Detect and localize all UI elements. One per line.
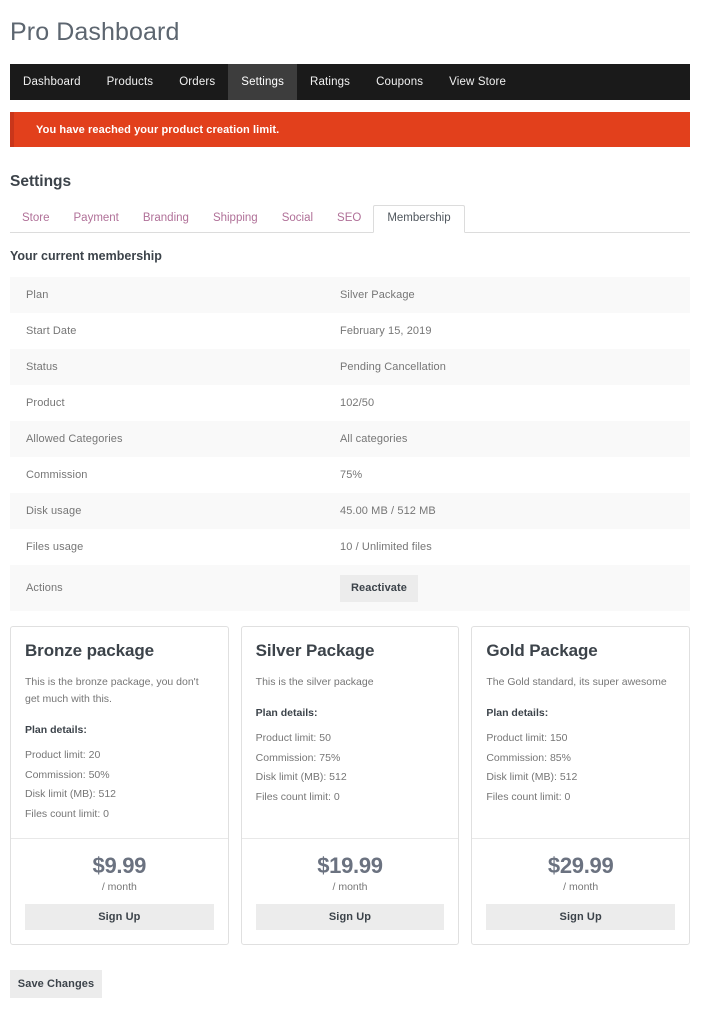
package-period: / month — [101, 881, 137, 893]
row-label: Actions — [26, 582, 63, 594]
package-card-footer: $19.99 / month Sign Up — [241, 838, 459, 944]
nav-item-orders[interactable]: Orders — [166, 64, 228, 100]
tab-social[interactable]: Social — [270, 205, 325, 233]
row-label: Plan — [26, 289, 49, 301]
package-price: $19.99 — [317, 853, 383, 878]
table-row: Start Date February 15, 2019 — [10, 313, 690, 349]
package-cards: Bronze package This is the bronze package… — [10, 626, 691, 945]
plan-feature: Disk limit (MB): 512 — [25, 788, 117, 800]
nav-item-ratings[interactable]: Ratings — [297, 64, 363, 100]
package-card-body: Bronze package This is the bronze package… — [11, 627, 228, 838]
package-card-footer: $29.99 / month Sign Up — [472, 838, 690, 944]
plan-feature: Product limit: 150 — [486, 732, 568, 744]
package-price: $29.99 — [547, 853, 614, 878]
package-title: Silver Package — [255, 641, 375, 660]
plan-feature: Product limit: 20 — [25, 749, 101, 761]
package-card-body: Silver Package This is the silver package… — [242, 627, 459, 838]
package-price: $9.99 — [92, 853, 147, 878]
table-row-actions: Actions Reactivate — [10, 565, 690, 611]
package-title: Bronze package — [25, 641, 154, 660]
plan-details-title: Plan details: — [255, 707, 318, 719]
plan-details-title: Plan details: — [486, 707, 549, 719]
row-label: Status — [26, 361, 58, 373]
tab-seo[interactable]: SEO — [325, 205, 373, 233]
plan-feature: Commission: 75% — [255, 751, 341, 764]
package-card-body: Gold Package The Gold standard, its super… — [472, 627, 689, 838]
row-label: Product — [26, 397, 65, 409]
row-label: Files usage — [26, 541, 84, 553]
table-row: Plan Silver Package — [10, 277, 690, 313]
package-card: Gold Package The Gold standard, its super… — [471, 626, 691, 945]
package-card: Bronze package This is the bronze package… — [10, 626, 229, 945]
package-period: / month — [332, 881, 368, 893]
table-row: Disk usage 45.00 MB / 512 MB — [10, 493, 690, 529]
row-value: All categories — [340, 433, 408, 445]
primary-navigation: Dashboard Products Orders Settings Ratings Co… — [10, 64, 690, 100]
settings-tabs: Store Payment Branding Shipping Social SEO Mem… — [10, 205, 690, 233]
nav-item-settings[interactable]: Settings — [228, 64, 298, 100]
row-value: Pending Cancellation — [340, 361, 446, 373]
pro-dashboard-page: Pro Dashboard Dashboard Products Orders Set… — [0, 0, 705, 1024]
nav-item-coupons[interactable]: Coupons — [363, 64, 436, 100]
page-title: Pro Dashboard — [10, 18, 180, 46]
package-description: The Gold standard, its super awesome — [486, 676, 667, 688]
row-value: February 15, 2019 — [340, 325, 432, 337]
row-value: 10 / Unlimited files — [340, 541, 432, 553]
plan-feature: Commission: 50% — [25, 768, 110, 781]
row-value: 45.00 MB / 512 MB — [340, 505, 436, 517]
tab-shipping[interactable]: Shipping — [201, 205, 270, 233]
plan-feature: Disk limit (MB): 512 — [255, 771, 347, 783]
settings-heading: Settings — [10, 173, 72, 190]
row-value: 75% — [340, 469, 363, 481]
sign-up-button[interactable]: Sign Up — [255, 904, 445, 930]
row-label: Disk usage — [26, 505, 82, 517]
plan-feature: Files count limit: 0 — [25, 807, 110, 820]
nav-item-view-store[interactable]: View Store — [436, 64, 519, 100]
package-period: / month — [563, 881, 599, 893]
plan-feature: Files count limit: 0 — [486, 790, 571, 803]
plan-details-title: Plan details: — [25, 724, 87, 736]
current-membership-title: Your current membership — [10, 249, 162, 263]
nav-item-products[interactable]: Products — [94, 64, 167, 100]
nav-item-dashboard[interactable]: Dashboard — [10, 64, 94, 100]
plan-feature: Product limit: 50 — [255, 732, 331, 744]
save-changes-button[interactable]: Save Changes — [10, 970, 102, 998]
reactivate-button[interactable]: Reactivate — [340, 574, 418, 602]
product-limit-alert: You have reached your product creation l… — [10, 112, 690, 147]
package-description: This is the silver package — [255, 676, 374, 688]
table-row: Product 102/50 — [10, 385, 690, 421]
tab-branding[interactable]: Branding — [131, 205, 201, 233]
row-value: Silver Package — [340, 289, 415, 301]
plan-feature: Commission: 85% — [486, 751, 571, 764]
alert-message: You have reached your product creation l… — [36, 123, 280, 136]
row-label: Allowed Categories — [26, 433, 123, 445]
row-value: Reactivate — [340, 565, 690, 611]
package-card-footer: $9.99 / month Sign Up — [11, 838, 228, 944]
tab-store[interactable]: Store — [10, 205, 62, 233]
membership-table: Plan Silver Package Start Date February 15,… — [10, 277, 690, 611]
row-label: Commission — [26, 469, 88, 481]
package-description: This is the bronze package, you don't ge… — [25, 676, 199, 705]
row-label: Start Date — [26, 325, 77, 337]
sign-up-button[interactable]: Sign Up — [25, 904, 214, 930]
package-card: Silver Package This is the silver package… — [240, 626, 460, 945]
plan-feature: Disk limit (MB): 512 — [486, 771, 578, 783]
table-row: Allowed Categories All categories — [10, 421, 690, 457]
table-row: Status Pending Cancellation — [10, 349, 690, 385]
package-title: Gold Package — [486, 641, 598, 660]
table-row: Files usage 10 / Unlimited files — [10, 529, 690, 565]
table-row: Commission 75% — [10, 457, 690, 493]
sign-up-button[interactable]: Sign Up — [486, 904, 676, 930]
row-value: 102/50 — [340, 397, 375, 409]
plan-feature: Files count limit: 0 — [255, 790, 340, 803]
tab-payment[interactable]: Payment — [62, 205, 131, 233]
tab-membership[interactable]: Membership — [373, 205, 465, 233]
